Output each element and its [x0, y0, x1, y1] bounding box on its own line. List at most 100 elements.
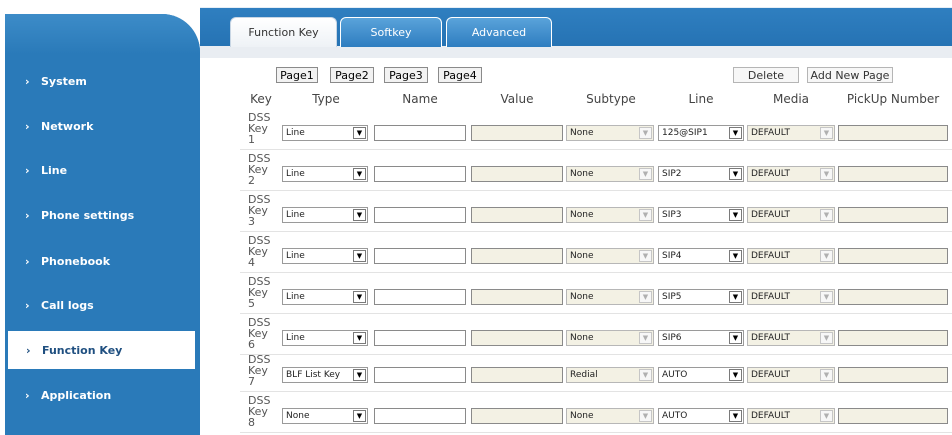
table-row: DSS Key 6 Line ▼ None ▼ SIP6 ▼ DEFAULT ▼ [240, 315, 952, 355]
type-select[interactable]: Line ▼ [282, 289, 368, 305]
media-select[interactable]: DEFAULT ▼ [747, 248, 835, 264]
sidebar-cap [5, 14, 200, 54]
type-select[interactable]: Line ▼ [282, 248, 368, 264]
name-input[interactable] [374, 248, 466, 264]
chevron-down-icon: ▼ [820, 369, 833, 381]
type-select[interactable]: Line ▼ [282, 330, 368, 346]
line-select[interactable]: 125@SIP1 ▼ [658, 125, 744, 141]
name-input[interactable] [374, 166, 466, 182]
chevron-right-icon: › [25, 74, 30, 88]
add-new-page-button[interactable]: Add New Page [807, 67, 893, 83]
tab-advanced[interactable]: Advanced [446, 17, 552, 47]
value-input [471, 289, 563, 305]
media-select-value: DEFAULT [751, 292, 790, 302]
dss-key-label: DSS Key 8 [248, 395, 278, 428]
sidebar-item-label: Network [41, 119, 94, 133]
sidebar-item-phone-settings[interactable]: › Phone settings [0, 196, 195, 234]
line-select[interactable]: SIP6 ▼ [658, 330, 744, 346]
name-input[interactable] [374, 330, 466, 346]
table-row: DSS Key 8 None ▼ None ▼ AUTO ▼ DEFAULT ▼ [240, 393, 952, 433]
chevron-down-icon: ▼ [820, 250, 833, 262]
sidebar-item-call-logs[interactable]: › Call logs [0, 286, 195, 324]
top-strip [0, 0, 952, 6]
subtype-select[interactable]: None ▼ [566, 408, 654, 424]
media-select-value: DEFAULT [751, 210, 790, 220]
sidebar-item-phonebook[interactable]: › Phonebook [0, 242, 195, 280]
table-row: DSS Key 7 BLF List Key ▼ Redial ▼ AUTO ▼ DEFAULT ▼ [240, 352, 952, 392]
line-select-value: SIP5 [662, 292, 682, 302]
value-input [471, 248, 563, 264]
name-input[interactable] [374, 289, 466, 305]
media-select-value: DEFAULT [751, 333, 790, 343]
subtype-select[interactable]: None ▼ [566, 207, 654, 223]
chevron-down-icon: ▼ [353, 291, 366, 303]
line-select[interactable]: AUTO ▼ [658, 408, 744, 424]
sidebar-item-function-key[interactable]: › Function Key [8, 331, 195, 369]
tab-softkey[interactable]: Softkey [340, 17, 442, 47]
media-select[interactable]: DEFAULT ▼ [747, 207, 835, 223]
name-input[interactable] [374, 408, 466, 424]
dss-key-label-line: 5 [248, 297, 255, 310]
dss-key-label: DSS Key 7 [248, 354, 278, 387]
media-select[interactable]: DEFAULT ▼ [747, 125, 835, 141]
type-select[interactable]: Line ▼ [282, 207, 368, 223]
media-select-value: DEFAULT [751, 411, 790, 421]
subtype-select[interactable]: None ▼ [566, 166, 654, 182]
subtype-select[interactable]: None ▼ [566, 289, 654, 305]
page3-button[interactable]: Page3 [384, 67, 428, 83]
media-select[interactable]: DEFAULT ▼ [747, 330, 835, 346]
tab-function-key[interactable]: Function Key [230, 17, 337, 47]
sidebar-item-label: Phone settings [41, 208, 135, 222]
pickup-number-input [838, 289, 948, 305]
chevron-down-icon: ▼ [729, 291, 742, 303]
media-select[interactable]: DEFAULT ▼ [747, 166, 835, 182]
dss-key-label: DSS Key 2 [248, 153, 278, 186]
line-select-value: SIP2 [662, 169, 682, 179]
type-select[interactable]: Line ▼ [282, 166, 368, 182]
chevron-down-icon: ▼ [820, 410, 833, 422]
page2-button[interactable]: Page2 [330, 67, 374, 83]
name-input[interactable] [374, 367, 466, 383]
delete-button[interactable]: Delete [733, 67, 799, 83]
sidebar-item-network[interactable]: › Network [0, 107, 195, 145]
type-select-value: Line [286, 251, 305, 261]
subtype-select[interactable]: None ▼ [566, 125, 654, 141]
chevron-down-icon: ▼ [729, 250, 742, 262]
chevron-down-icon: ▼ [639, 332, 652, 344]
dss-key-label: DSS Key 1 [248, 112, 278, 145]
sidebar-item-label: Phonebook [41, 254, 111, 268]
sidebar-item-system[interactable]: › System [0, 62, 195, 100]
type-select[interactable]: None ▼ [282, 408, 368, 424]
table-row: DSS Key 5 Line ▼ None ▼ SIP5 ▼ DEFAULT ▼ [240, 274, 952, 314]
chevron-down-icon: ▼ [639, 291, 652, 303]
dss-key-label-line: 6 [248, 338, 255, 351]
page1-button[interactable]: Page1 [276, 67, 318, 83]
line-select[interactable]: AUTO ▼ [658, 367, 744, 383]
sidebar-item-line[interactable]: › Line [0, 151, 195, 189]
subtype-select[interactable]: None ▼ [566, 330, 654, 346]
type-select-value: Line [286, 292, 305, 302]
name-input[interactable] [374, 125, 466, 141]
type-select[interactable]: BLF List Key ▼ [282, 367, 368, 383]
name-input[interactable] [374, 207, 466, 223]
line-select[interactable]: SIP2 ▼ [658, 166, 744, 182]
chevron-down-icon: ▼ [729, 209, 742, 221]
chevron-down-icon: ▼ [729, 369, 742, 381]
table-row: DSS Key 1 Line ▼ None ▼ 125@SIP1 ▼ DEFAULT ▼ [240, 110, 952, 150]
page4-button[interactable]: Page4 [438, 67, 482, 83]
chevron-down-icon: ▼ [729, 410, 742, 422]
subtype-select[interactable]: None ▼ [566, 248, 654, 264]
pickup-number-input [838, 166, 948, 182]
line-select[interactable]: SIP3 ▼ [658, 207, 744, 223]
sidebar-item-label: Function Key [42, 343, 123, 357]
value-input [471, 330, 563, 346]
type-select[interactable]: Line ▼ [282, 125, 368, 141]
subtype-select[interactable]: Redial ▼ [566, 367, 654, 383]
line-select[interactable]: SIP5 ▼ [658, 289, 744, 305]
media-select[interactable]: DEFAULT ▼ [747, 408, 835, 424]
line-select[interactable]: SIP4 ▼ [658, 248, 744, 264]
media-select[interactable]: DEFAULT ▼ [747, 367, 835, 383]
sidebar-item-application[interactable]: › Application [0, 376, 195, 414]
subtype-select-value: None [570, 411, 594, 421]
media-select[interactable]: DEFAULT ▼ [747, 289, 835, 305]
